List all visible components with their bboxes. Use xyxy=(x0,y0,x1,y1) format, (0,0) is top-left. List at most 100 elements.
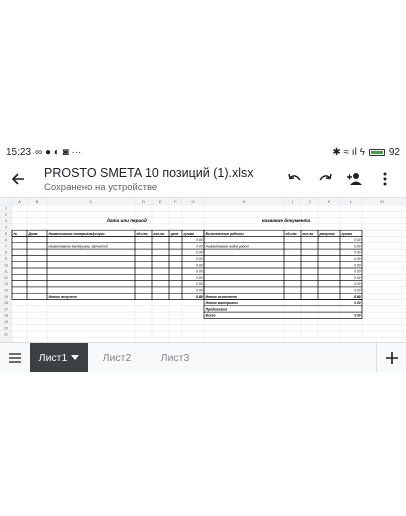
left-table-row-border xyxy=(11,261,205,269)
summary-value: 0.00 xyxy=(354,301,360,305)
period-title: дата или период xyxy=(107,218,147,223)
left-table-row-border xyxy=(11,236,205,244)
document-title: PROSTO SMETA 10 позиций (1).xlsx xyxy=(44,165,254,180)
table-header: сумма xyxy=(184,232,195,236)
save-status: Сохранено на устройстве xyxy=(44,181,158,193)
material-sum: 0.00 xyxy=(196,244,202,248)
total-received-label: Итого получено xyxy=(49,295,77,299)
column-header: E xyxy=(159,199,162,204)
tab-label: Лист2 xyxy=(102,351,132,364)
add-sheet-button[interactable] xyxy=(376,343,406,372)
row-header: 10 xyxy=(4,263,8,267)
sheet-canvas[interactable]: A B C D E F G H I J K L M123456789101112131415161718… xyxy=(0,198,406,342)
left-table-column-border xyxy=(134,229,153,300)
column-header: M xyxy=(380,199,383,204)
row-header: 20 xyxy=(4,326,8,330)
left-table-row-border xyxy=(11,255,205,262)
row-header: 15 xyxy=(4,295,8,299)
table-header: цена xyxy=(171,232,179,236)
column-header: A xyxy=(18,199,21,204)
tab-label: Лист3 xyxy=(160,351,190,364)
redo-button[interactable] xyxy=(314,168,336,190)
table-header: ед.изм. xyxy=(286,232,298,236)
summary-label: Итого выполнено xyxy=(206,295,237,299)
row-header: 7 xyxy=(5,244,7,248)
share-button[interactable] xyxy=(344,168,366,190)
row-header: 21 xyxy=(4,333,8,337)
column-header: D xyxy=(142,199,145,204)
table-header: Наименование материала/услуги xyxy=(49,232,105,236)
work-sum: 0.00 xyxy=(354,263,360,267)
material-sum: 0.00 xyxy=(196,251,202,255)
column-header: I xyxy=(292,199,293,204)
arrow-left-icon xyxy=(11,173,24,185)
plus-icon xyxy=(385,351,398,364)
right-table-row-border xyxy=(203,274,363,281)
tab-sheet-1[interactable]: Лист1 xyxy=(30,343,88,372)
right-table-column-border xyxy=(203,229,285,300)
table-header: ед.изм. xyxy=(137,232,149,236)
row-header: 5 xyxy=(5,232,7,236)
caret-down-icon[interactable] xyxy=(71,354,80,361)
material-sum: 0.00 xyxy=(196,282,202,286)
left-table-column-border xyxy=(26,229,48,300)
column-header: B xyxy=(36,199,39,204)
redo-icon xyxy=(319,173,332,181)
work-sum: 0.00 xyxy=(354,282,360,286)
system-icons: ✱ ≈ ıl ϟ xyxy=(332,146,365,158)
status-right: ✱ ≈ ıl ϟ 92 xyxy=(332,147,400,158)
right-table-row-border xyxy=(203,280,363,288)
sheets-menu-button[interactable] xyxy=(0,343,30,372)
left-table-row-border xyxy=(11,242,205,250)
notification-icons: ∞ ● ◐ ◙ ··· xyxy=(35,146,82,158)
work-sum: 0.00 xyxy=(354,244,360,248)
material-sum: 0.00 xyxy=(196,289,202,293)
material-sum: 0.00 xyxy=(196,263,202,267)
right-table-row-border xyxy=(203,267,363,275)
right-table-column-border xyxy=(300,229,319,300)
table-header: сумма xyxy=(342,232,353,236)
right-table-column-border xyxy=(317,229,341,300)
summary-label: Всего xyxy=(206,314,216,318)
more-vert-icon xyxy=(383,172,387,186)
material-sum: 0.00 xyxy=(196,257,202,261)
left-table-row-border xyxy=(11,292,205,300)
left-table-row-border xyxy=(11,248,205,256)
row-header: 4 xyxy=(5,226,7,230)
row-header: 14 xyxy=(4,289,8,293)
left-table-column-border xyxy=(151,229,170,300)
right-table-row-border xyxy=(203,305,363,313)
right-table-row-border xyxy=(203,248,363,256)
document-titles: PROSTO SMETA 10 позиций (1).xlsx Сохране… xyxy=(36,166,284,193)
add-person-icon xyxy=(347,173,362,185)
row-header: 3 xyxy=(5,219,7,223)
table-header: Выполненные работы xyxy=(206,232,244,236)
more-options-button[interactable] xyxy=(374,168,396,190)
row-header: 12 xyxy=(4,276,8,280)
row-header: 2 xyxy=(5,213,7,217)
right-table-row-border xyxy=(203,236,363,244)
summary-value: 0.00 xyxy=(354,314,360,318)
work-sum: 0.00 xyxy=(354,276,360,280)
undo-button[interactable] xyxy=(284,168,306,190)
left-table-row-border xyxy=(11,280,205,288)
row-header: 1 xyxy=(5,207,7,211)
left-table-column-border xyxy=(11,229,28,300)
column-header: H xyxy=(243,199,246,204)
column-header: G xyxy=(191,199,194,204)
summary-value: 0.00 xyxy=(354,295,360,299)
back-button[interactable] xyxy=(0,161,36,197)
right-table-row-border xyxy=(203,261,363,269)
status-bar: 15:23 ∞ ● ◐ ◙ ··· ✱ ≈ ıl ϟ 92 xyxy=(0,143,406,161)
table-header: расценка xyxy=(319,232,335,236)
tab-sheet-3[interactable]: Лист3 xyxy=(146,343,204,372)
sheet-tab-bar: Лист1 Лист2 Лист3 xyxy=(0,342,406,372)
row-header: 18 xyxy=(4,314,8,318)
table-header: кол-во xyxy=(154,232,165,236)
row-header: 8 xyxy=(5,251,7,255)
work-sum: 0.00 xyxy=(354,270,360,274)
right-table-row-border xyxy=(203,311,363,319)
spreadsheet-grid[interactable]: A B C D E F G H I J K L M 1 2 3 4 5 6 7 8 9 10 11 12 13 14 15 16 17 18… xyxy=(0,197,406,342)
row-header: 13 xyxy=(4,282,8,286)
tab-sheet-2[interactable]: Лист2 xyxy=(88,343,146,372)
